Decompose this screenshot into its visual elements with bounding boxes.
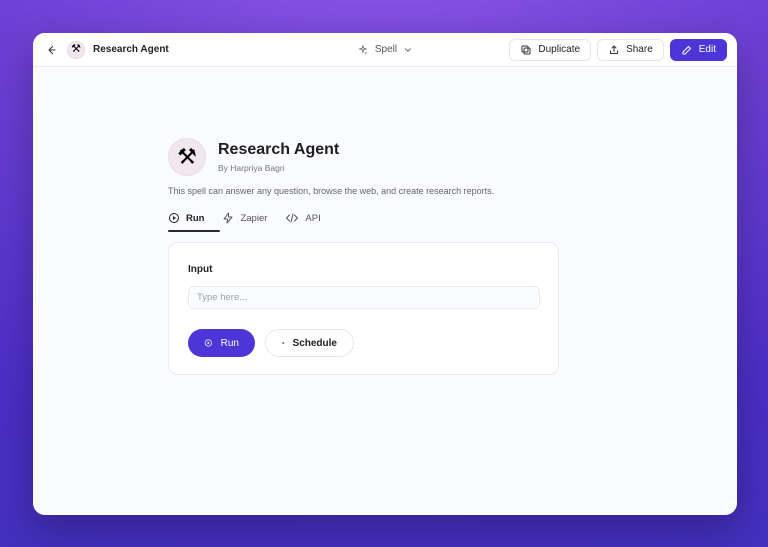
clock-icon <box>282 342 285 344</box>
tools-icon: ⚒ <box>71 43 81 55</box>
code-icon <box>286 213 299 223</box>
run-card: Input Run Schedule <box>168 242 559 375</box>
app-window: ⚒ Research Agent Spell Duplicate Share E… <box>33 33 737 515</box>
share-icon <box>610 45 619 54</box>
schedule-label: Schedule <box>292 337 337 349</box>
duplicate-button[interactable]: Duplicate <box>509 38 592 61</box>
active-tab-indicator <box>168 230 220 232</box>
tools-icon: ⚒ <box>177 144 197 169</box>
agent-avatar: ⚒ <box>168 138 206 176</box>
tab-run[interactable]: Run <box>168 212 204 232</box>
duplicate-icon <box>521 45 531 54</box>
bolt-icon <box>223 212 233 224</box>
arrow-left-icon <box>48 45 56 54</box>
edit-label: Edit <box>698 44 716 55</box>
tab-api[interactable]: API <box>285 212 321 232</box>
topbar-actions: Duplicate Share Edit <box>509 38 727 61</box>
edit-icon <box>682 45 691 54</box>
play-circle-icon <box>169 213 179 223</box>
run-label: Run <box>220 337 239 349</box>
spell-label: Spell <box>374 44 398 55</box>
run-button[interactable]: Run <box>188 329 255 357</box>
input-label: Input <box>188 264 213 275</box>
agent-avatar-small: ⚒ <box>67 40 85 59</box>
input-field[interactable] <box>188 286 540 309</box>
agent-description: This spell can answer any question, brow… <box>168 186 495 196</box>
card-actions: Run Schedule <box>188 329 354 357</box>
edit-button[interactable]: Edit <box>669 38 727 61</box>
topbar-title: Research Agent <box>93 44 169 55</box>
tab-zapier-label: Zapier <box>240 212 268 224</box>
agent-byline: By Harpriya Bagri <box>218 163 285 173</box>
agent-title: Research Agent <box>218 141 340 158</box>
tab-run-label: Run <box>186 212 205 224</box>
schedule-button[interactable]: Schedule <box>265 329 354 357</box>
play-circle-icon <box>204 339 212 347</box>
agent-header: ⚒ Research Agent By Harpriya Bagri <box>168 138 339 176</box>
spell-dropdown[interactable]: Spell <box>357 44 413 56</box>
tab-zapier[interactable]: Zapier <box>222 212 267 232</box>
agent-meta: Research Agent By Harpriya Bagri <box>218 141 339 173</box>
chevron-down-icon <box>405 47 412 52</box>
duplicate-label: Duplicate <box>538 44 581 55</box>
back-button[interactable] <box>43 42 59 58</box>
topbar-left: ⚒ Research Agent <box>43 40 169 59</box>
tabs: Run Zapier API <box>168 212 321 232</box>
share-button[interactable]: Share <box>597 38 664 61</box>
share-label: Share <box>626 44 653 55</box>
top-bar: ⚒ Research Agent Spell Duplicate Share E… <box>33 33 737 67</box>
tab-api-label: API <box>305 212 321 224</box>
sparkle-icon <box>358 44 368 54</box>
